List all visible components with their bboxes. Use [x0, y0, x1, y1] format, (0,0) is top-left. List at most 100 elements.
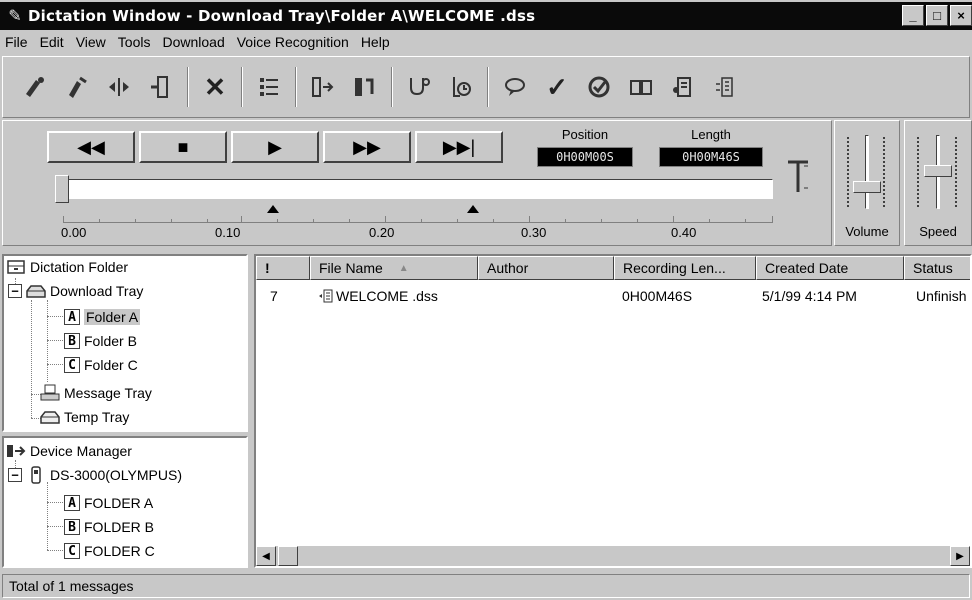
tree-item-device-manager[interactable]: Device Manager	[6, 440, 132, 462]
transcribe-icon[interactable]	[401, 69, 437, 105]
menu-file[interactable]: File	[0, 34, 34, 50]
tree-label: Folder C	[84, 357, 138, 373]
user-icon[interactable]	[665, 69, 701, 105]
voice-icon[interactable]	[707, 69, 743, 105]
speed-label: Speed	[919, 224, 957, 239]
collapse-icon[interactable]: −	[8, 468, 22, 482]
tree-item-folder-b[interactable]: B Folder B	[64, 330, 137, 352]
message-tray-icon	[40, 384, 60, 402]
finish-icon[interactable]: ✓	[539, 69, 575, 105]
position-slider-track[interactable]	[59, 179, 773, 199]
menu-edit[interactable]: Edit	[34, 34, 70, 50]
dictate-icon[interactable]	[59, 69, 95, 105]
insert-icon[interactable]	[143, 69, 179, 105]
tree-item-temp-tray[interactable]: Temp Tray	[40, 406, 129, 428]
dictation-folder-tree: Dictation Folder − Download Tray A Folde…	[2, 254, 248, 432]
book-icon[interactable]	[623, 69, 659, 105]
menu-tools[interactable]: Tools	[112, 34, 157, 50]
tree-item-message-tray[interactable]: Message Tray	[40, 382, 152, 404]
position-slider-thumb[interactable]	[55, 175, 69, 203]
toolbar: ✕ ✓	[2, 56, 970, 118]
scroll-left-icon[interactable]: ◀	[256, 546, 276, 566]
split-icon[interactable]	[101, 69, 137, 105]
drawer-icon	[6, 258, 26, 276]
column-header-created-date[interactable]: Created Date	[756, 256, 904, 280]
minimize-button[interactable]: _	[902, 5, 924, 26]
priority-icon[interactable]	[581, 69, 617, 105]
column-header-author[interactable]: Author	[478, 256, 614, 280]
volume-slider-track[interactable]	[865, 135, 869, 209]
playback-panel: ◀◀ ■ ▶ ▶▶ ▶▶| Position 0H00M00S Length 0…	[2, 120, 832, 246]
properties-icon[interactable]	[251, 69, 287, 105]
scroll-right-icon[interactable]: ▶	[950, 546, 970, 566]
time-ruler	[63, 213, 773, 223]
toolbar-separator	[241, 67, 243, 107]
tree-item-device[interactable]: − DS-3000(OLYMPUS)	[8, 464, 182, 486]
tree-label: Temp Tray	[64, 409, 130, 425]
tree-label: Device Manager	[30, 443, 132, 459]
menu-voice-recognition[interactable]: Voice Recognition	[231, 34, 355, 50]
device-manager-tree: Device Manager − DS-3000(OLYMPUS) A FOLD…	[2, 436, 248, 568]
cell-file-name: WELCOME .dss	[318, 288, 438, 304]
index-mark-icon[interactable]	[786, 158, 810, 201]
tree-label: Message Tray	[64, 385, 152, 401]
tree-label: FOLDER A	[84, 495, 154, 511]
close-button[interactable]: ×	[950, 5, 972, 26]
menu-bar: File Edit View Tools Download Voice Reco…	[0, 30, 972, 54]
column-header-recording-length[interactable]: Recording Len...	[614, 256, 756, 280]
scroll-thumb[interactable]	[278, 546, 298, 566]
cell-recording-length: 0H00M46S	[622, 288, 693, 304]
ruler-label: 0.20	[369, 225, 395, 240]
device-folder-b[interactable]: B FOLDER B	[64, 516, 154, 538]
folder-b-icon: B	[64, 333, 80, 349]
length-label: Length	[691, 127, 731, 142]
status-bar: Total of 1 messages	[2, 574, 970, 598]
folder-c-icon: C	[64, 543, 80, 559]
device-folder-c[interactable]: C FOLDER C	[64, 540, 155, 562]
tree-item-dictation-folder[interactable]: Dictation Folder	[6, 256, 128, 278]
toolbar-separator	[187, 67, 189, 107]
volume-slider-thumb[interactable]	[853, 181, 881, 193]
record-icon[interactable]	[17, 69, 53, 105]
tray-icon	[26, 282, 46, 300]
recorder-icon	[26, 466, 46, 484]
menu-download[interactable]: Download	[156, 34, 230, 50]
dictation-window: ✎ Dictation Window - Download Tray\Folde…	[0, 0, 972, 600]
fast-forward-button[interactable]: ▶▶	[323, 131, 411, 163]
menu-help[interactable]: Help	[355, 34, 396, 50]
ruler-label: 0.00	[61, 225, 87, 240]
volume-label: Volume	[845, 224, 889, 239]
device-folder-a[interactable]: A FOLDER A	[64, 492, 153, 514]
tree-label: FOLDER B	[84, 519, 155, 535]
folder-c-icon: C	[64, 357, 80, 373]
horizontal-scrollbar[interactable]: ◀ ▶	[256, 546, 970, 566]
history-icon[interactable]	[443, 69, 479, 105]
tree-item-download-tray[interactable]: − Download Tray	[8, 280, 143, 302]
tree-label: Dictation Folder	[30, 259, 129, 275]
dss-file-icon	[318, 288, 334, 304]
folder-a-icon: A	[64, 309, 80, 325]
rewind-button[interactable]: ◀◀	[47, 131, 135, 163]
tree-item-folder-c[interactable]: C Folder C	[64, 354, 138, 376]
column-header-priority[interactable]: !	[256, 256, 310, 280]
stop-button[interactable]: ■	[139, 131, 227, 163]
collapse-icon[interactable]: −	[8, 284, 22, 298]
download-icon[interactable]	[347, 69, 383, 105]
speed-slider-thumb[interactable]	[924, 165, 952, 177]
tree-label: DS-3000(OLYMPUS)	[50, 467, 183, 483]
column-header-file-name[interactable]: File Name ▲	[310, 256, 478, 280]
play-button[interactable]: ▶	[231, 131, 319, 163]
tree-label: FOLDER C	[84, 543, 155, 559]
maximize-button[interactable]: □	[926, 5, 948, 26]
skip-to-end-button[interactable]: ▶▶|	[415, 131, 503, 163]
comment-icon[interactable]	[497, 69, 533, 105]
column-header-status[interactable]: Status	[904, 256, 970, 280]
tree-label: Folder A	[84, 309, 141, 325]
tree-item-folder-a[interactable]: A Folder A	[64, 306, 141, 328]
send-icon[interactable]	[305, 69, 341, 105]
length-display: 0H00M46S	[659, 147, 763, 167]
caption-buttons: _ □ ×	[902, 5, 972, 26]
title-bar[interactable]: ✎ Dictation Window - Download Tray\Folde…	[0, 2, 972, 30]
menu-view[interactable]: View	[70, 34, 112, 50]
delete-icon[interactable]: ✕	[197, 69, 233, 105]
